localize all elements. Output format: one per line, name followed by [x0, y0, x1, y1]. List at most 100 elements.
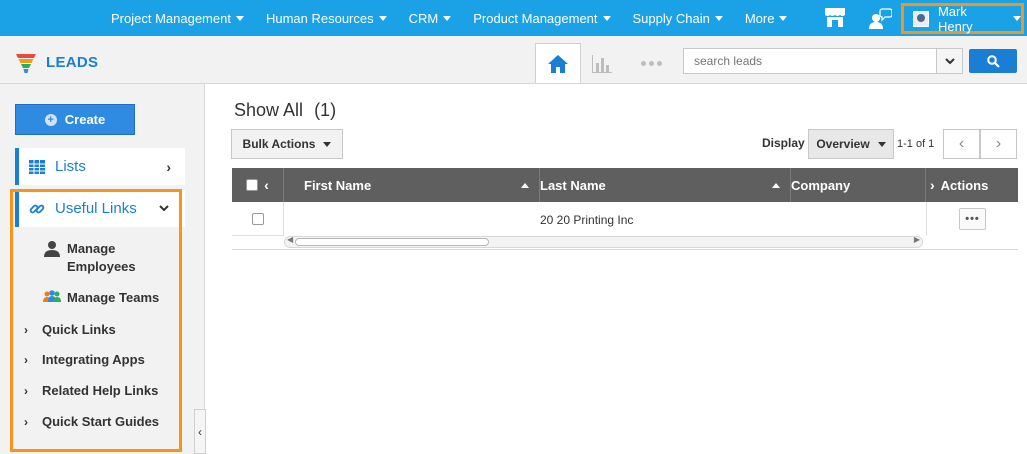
row-more-button[interactable]: •••: [959, 208, 986, 230]
record-count: (1): [314, 100, 337, 120]
chevron-left-icon: ‹: [958, 135, 965, 152]
chevron-down-icon: [159, 205, 169, 212]
chevron-right-icon: ›: [24, 383, 28, 398]
horizontal-scrollbar[interactable]: ◀ ▶: [284, 235, 923, 248]
caret-down-icon: [378, 15, 387, 21]
section-label: Related Help Links: [42, 383, 159, 398]
table-header: ‹ First Name Last Name Company › Actions: [232, 168, 1018, 202]
column-label: Actions: [940, 177, 989, 193]
person-icon: [44, 241, 60, 257]
caret-down-icon: [779, 15, 788, 21]
caret-down-icon: [714, 15, 723, 21]
column-label: Company: [791, 177, 851, 193]
scrollbar-thumb[interactable]: [295, 238, 489, 246]
column-label: First Name: [304, 177, 372, 193]
menu-human-resources[interactable]: Human Resources: [266, 11, 387, 26]
sidebar-item-label: Lists: [55, 158, 86, 175]
sidebar-item-lists[interactable]: Lists ›: [15, 148, 185, 185]
bulk-actions-button[interactable]: Bulk Actions: [231, 129, 343, 159]
chevron-right-icon: ›: [24, 414, 28, 429]
column-last-name[interactable]: Last Name: [540, 168, 791, 202]
table-grid-icon: [29, 159, 45, 174]
column-actions[interactable]: › Actions: [926, 168, 1018, 202]
top-navigation-bar: Project Management Human Resources CRM P…: [0, 0, 1027, 36]
column-label: Last Name: [540, 177, 606, 193]
bulk-actions-label: Bulk Actions: [242, 137, 316, 151]
link-label: Manage Employees: [67, 241, 136, 274]
menu-project-management[interactable]: Project Management: [111, 11, 244, 26]
chevron-right-icon: ›: [24, 322, 28, 337]
row-select-cell: [232, 202, 284, 236]
search-button[interactable]: [969, 49, 1017, 73]
home-icon: [548, 54, 568, 73]
chevron-right-icon: ›: [995, 135, 1002, 152]
next-page-button[interactable]: ›: [980, 129, 1017, 159]
link-manage-teams[interactable]: Manage Teams: [43, 289, 159, 307]
section-label: Quick Start Guides: [42, 414, 160, 429]
menu-crm[interactable]: CRM: [409, 11, 452, 26]
app-header-bar: LEADS: [0, 36, 1027, 84]
user-name: Mark Henry: [937, 3, 973, 34]
link-label: Manage Teams: [67, 290, 160, 305]
caret-down-icon: [1013, 16, 1021, 21]
display-value: Overview: [816, 137, 870, 151]
chat-icon[interactable]: [868, 7, 892, 29]
caret-down-icon: [235, 15, 244, 21]
bar-chart-icon[interactable]: [591, 53, 613, 73]
caret-down-icon: [602, 15, 611, 21]
menu-supply-chain[interactable]: Supply Chain: [633, 11, 723, 26]
sort-up-icon: [521, 182, 529, 188]
table-row[interactable]: 20 20 Printing Inc ••• ◀ ▶: [232, 202, 1018, 250]
section-related-help-links[interactable]: › Related Help Links: [24, 383, 158, 398]
page-title-text: Show All: [234, 100, 304, 120]
sidebar: + Create Lists › Useful Links Manage Emp…: [0, 84, 205, 454]
pagination-text: 1-1 of 1: [897, 138, 935, 150]
display-select[interactable]: Overview: [808, 129, 894, 159]
link-icon: [29, 204, 45, 213]
search-icon: [986, 54, 1000, 68]
menu-product-management[interactable]: Product Management: [473, 10, 611, 26]
menu-label: Project Management: [111, 10, 231, 26]
home-button[interactable]: [535, 43, 581, 83]
chevron-right-icon: ›: [166, 158, 171, 175]
caret-down-icon: [877, 141, 886, 147]
chevron-right-icon[interactable]: ›: [930, 177, 935, 193]
menu-more[interactable]: More: [745, 11, 788, 26]
section-quick-start-guides[interactable]: › Quick Start Guides: [24, 414, 159, 429]
search-input[interactable]: [683, 48, 937, 74]
menu-label: Supply Chain: [632, 10, 710, 26]
app-title: LEADS: [46, 54, 99, 71]
search-dropdown-button[interactable]: [937, 48, 963, 74]
sidebar-collapse-button[interactable]: ‹: [194, 409, 206, 454]
column-company[interactable]: Company: [791, 168, 926, 202]
chevron-right-icon: ›: [24, 352, 28, 367]
row-checkbox[interactable]: [251, 212, 264, 225]
caret-down-icon: [323, 141, 332, 147]
column-first-name[interactable]: First Name: [284, 168, 540, 202]
select-all-checkbox[interactable]: [246, 179, 259, 191]
sidebar-item-useful-links[interactable]: Useful Links: [15, 190, 185, 227]
row-actions-cell: •••: [926, 202, 1018, 236]
user-avatar-icon: [913, 10, 929, 27]
sort-up-icon: [772, 182, 780, 188]
create-label: Create: [64, 112, 106, 127]
display-label: Display: [762, 136, 805, 150]
scroll-left-icon[interactable]: ◀: [287, 235, 293, 244]
scroll-right-icon[interactable]: ▶: [914, 235, 920, 244]
link-manage-employees[interactable]: Manage Employees: [43, 240, 147, 276]
section-integrating-apps[interactable]: › Integrating Apps: [24, 352, 145, 367]
module-menu: Project Management Human Resources CRM P…: [111, 0, 809, 36]
user-menu[interactable]: Mark Henry: [901, 3, 1024, 34]
menu-label: Product Management: [473, 10, 598, 26]
store-icon[interactable]: [824, 8, 846, 27]
section-quick-links[interactable]: › Quick Links: [24, 322, 116, 337]
menu-label: CRM: [408, 10, 439, 26]
create-button[interactable]: + Create: [15, 104, 135, 135]
section-label: Quick Links: [42, 322, 116, 337]
prev-page-button[interactable]: ‹: [943, 129, 980, 159]
more-dots-icon[interactable]: [641, 61, 662, 66]
team-icon: [43, 290, 61, 302]
plus-circle-icon: +: [44, 113, 57, 126]
chevron-left-icon[interactable]: ‹: [264, 177, 269, 193]
section-label: Integrating Apps: [42, 352, 145, 367]
